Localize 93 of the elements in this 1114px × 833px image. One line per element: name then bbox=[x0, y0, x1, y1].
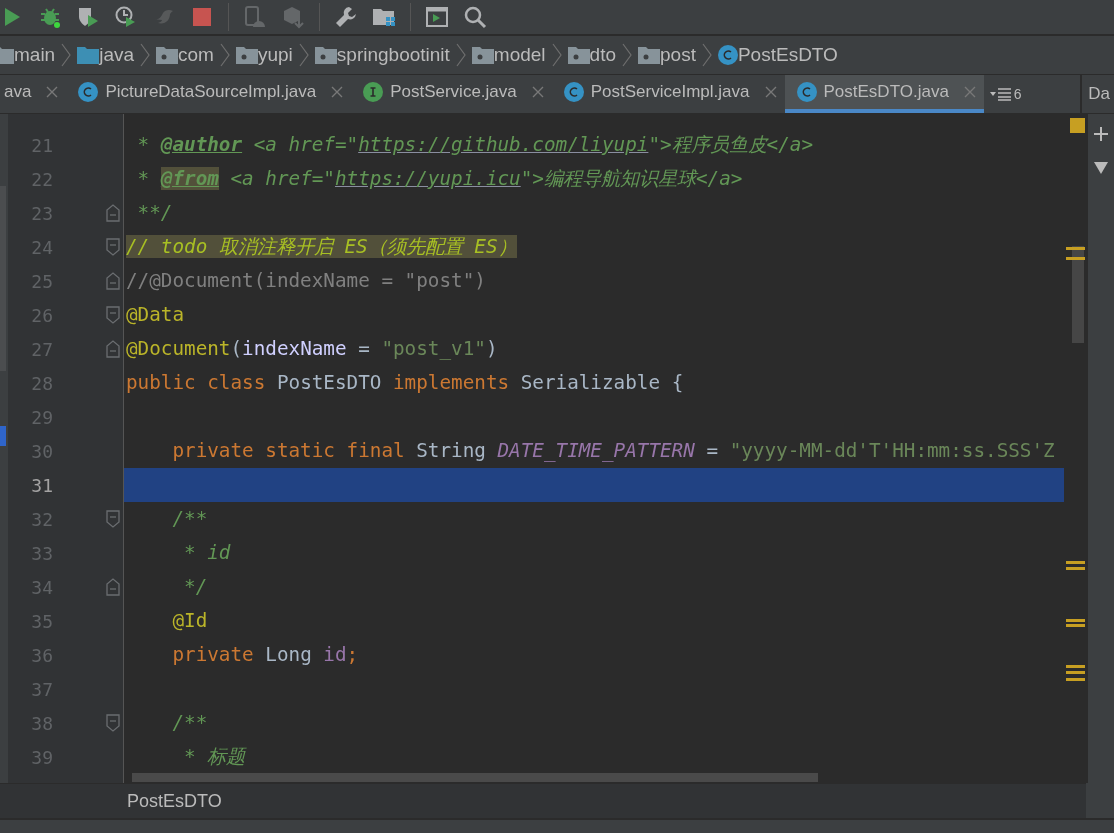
breadcrumb-item[interactable]: model bbox=[493, 44, 546, 66]
class-icon bbox=[717, 45, 738, 65]
warning-marker[interactable] bbox=[1066, 665, 1085, 668]
code-line: */ bbox=[183, 574, 209, 600]
code-line: @Document(indexName = "post_v1") bbox=[125, 336, 499, 362]
code-line: private Long id; bbox=[171, 642, 360, 668]
breadcrumb-item[interactable]: springbootinit bbox=[336, 44, 450, 66]
fold-marker[interactable] bbox=[106, 204, 120, 222]
package-icon bbox=[314, 46, 337, 64]
stop-icon bbox=[190, 5, 214, 29]
toolbar-button[interactable] bbox=[425, 5, 449, 29]
package-icon bbox=[471, 46, 494, 64]
warning-marker[interactable] bbox=[1066, 247, 1085, 250]
code-line: * id bbox=[183, 540, 232, 566]
editor-tab[interactable]: PostServiceImpl.java bbox=[551, 75, 785, 113]
class-icon bbox=[78, 82, 99, 102]
toolbar-button[interactable] bbox=[463, 5, 487, 29]
footer-breadcrumb[interactable]: PostEsDTO bbox=[127, 790, 222, 812]
code-line: /** bbox=[171, 710, 209, 736]
fold-marker[interactable] bbox=[106, 578, 120, 596]
package-icon bbox=[235, 46, 258, 64]
code-line: **/ bbox=[136, 200, 174, 226]
class-icon bbox=[796, 82, 817, 102]
wrench-icon bbox=[334, 5, 358, 29]
editor-tab[interactable]: ava bbox=[0, 75, 67, 113]
selection-marker bbox=[0, 426, 6, 446]
editor-tab[interactable]: PostService.java bbox=[351, 75, 552, 113]
warning-marker[interactable] bbox=[1066, 561, 1085, 564]
editor-tab[interactable]: PostEsDTO.java bbox=[784, 75, 984, 113]
list-icon bbox=[989, 87, 1012, 101]
breadcrumb-item[interactable]: post bbox=[660, 44, 696, 66]
warning-marker[interactable] bbox=[1066, 567, 1085, 570]
search-icon bbox=[463, 5, 487, 29]
close-icon[interactable] bbox=[963, 86, 976, 98]
code-line: * @author <a href="https://github.com/liyupi">程序员鱼皮</a> bbox=[136, 132, 815, 158]
cube-down-icon bbox=[281, 5, 305, 29]
close-icon[interactable] bbox=[46, 86, 59, 98]
editor-tab[interactable]: PictureDataSourceImpl.java bbox=[66, 75, 352, 113]
warning-marker[interactable] bbox=[1066, 671, 1085, 674]
scrollbar-thumb[interactable] bbox=[1072, 246, 1084, 343]
chevron-icon bbox=[700, 42, 713, 68]
chevron-icon bbox=[621, 42, 633, 68]
package-icon bbox=[156, 46, 179, 64]
code-line: * 标题 bbox=[183, 744, 248, 770]
tab-overflow-button[interactable]: 6 bbox=[983, 75, 1028, 113]
code-line: /** bbox=[171, 506, 209, 532]
package-icon bbox=[567, 46, 590, 64]
fold-marker[interactable] bbox=[106, 714, 120, 732]
code-line: * @from <a href="https://yupi.icu">编程导航知识星球</a> bbox=[136, 166, 744, 192]
warning-marker[interactable] bbox=[1066, 624, 1085, 627]
breadcrumb-item[interactable]: yupi bbox=[257, 44, 293, 66]
line-number: 31 bbox=[30, 474, 53, 496]
fold-marker[interactable] bbox=[106, 340, 120, 358]
chevron-icon bbox=[297, 42, 310, 68]
warning-marker[interactable] bbox=[1066, 678, 1085, 681]
toolbar-button[interactable] bbox=[190, 5, 214, 29]
breadcrumb-item[interactable]: java bbox=[99, 44, 135, 66]
toolbar-button[interactable] bbox=[334, 5, 358, 29]
chevron-icon bbox=[550, 42, 563, 68]
breadcrumb-item[interactable]: main bbox=[14, 44, 56, 66]
add-icon[interactable] bbox=[1093, 126, 1109, 142]
code-line: public class PostEsDTO implements Serializable { bbox=[125, 370, 685, 396]
chevron-icon bbox=[218, 42, 231, 68]
device-icon bbox=[243, 5, 267, 29]
code-line: private static final String DATE_TIME_PATTERN = "yyyy-MM-dd'T'HH:mm:ss.SSS'Z bbox=[171, 438, 1056, 464]
horizontal-scrollbar[interactable] bbox=[132, 773, 818, 782]
class-icon bbox=[563, 82, 584, 102]
toolbar-button[interactable] bbox=[76, 5, 100, 29]
chevron-icon bbox=[139, 42, 152, 68]
breadcrumb-item[interactable]: dto bbox=[589, 44, 616, 66]
close-icon[interactable] bbox=[331, 86, 344, 98]
package-icon bbox=[638, 46, 660, 64]
chevron-icon bbox=[454, 42, 467, 68]
close-icon[interactable] bbox=[764, 86, 777, 98]
warning-marker[interactable] bbox=[1066, 619, 1085, 622]
run-window-icon bbox=[425, 5, 449, 29]
fold-marker[interactable] bbox=[106, 306, 120, 324]
dropdown-icon[interactable] bbox=[1094, 162, 1108, 174]
breadcrumb-item[interactable]: com bbox=[178, 44, 214, 66]
warning-marker[interactable] bbox=[1070, 118, 1085, 133]
folder-icon bbox=[77, 46, 100, 64]
close-icon[interactable] bbox=[531, 86, 544, 98]
code-line: @Data bbox=[125, 302, 186, 328]
fold-marker[interactable] bbox=[106, 510, 120, 528]
chevron-icon bbox=[60, 42, 73, 68]
code-line: //@Document(indexName = "post") bbox=[125, 268, 487, 294]
warning-marker[interactable] bbox=[1066, 257, 1085, 260]
code-line: @Id bbox=[171, 608, 209, 634]
interface-icon bbox=[363, 82, 384, 102]
fold-marker[interactable] bbox=[106, 272, 120, 290]
fold-marker[interactable] bbox=[106, 238, 120, 256]
shield-run-icon bbox=[76, 5, 100, 29]
breadcrumb-item[interactable]: PostEsDTO bbox=[737, 44, 838, 66]
